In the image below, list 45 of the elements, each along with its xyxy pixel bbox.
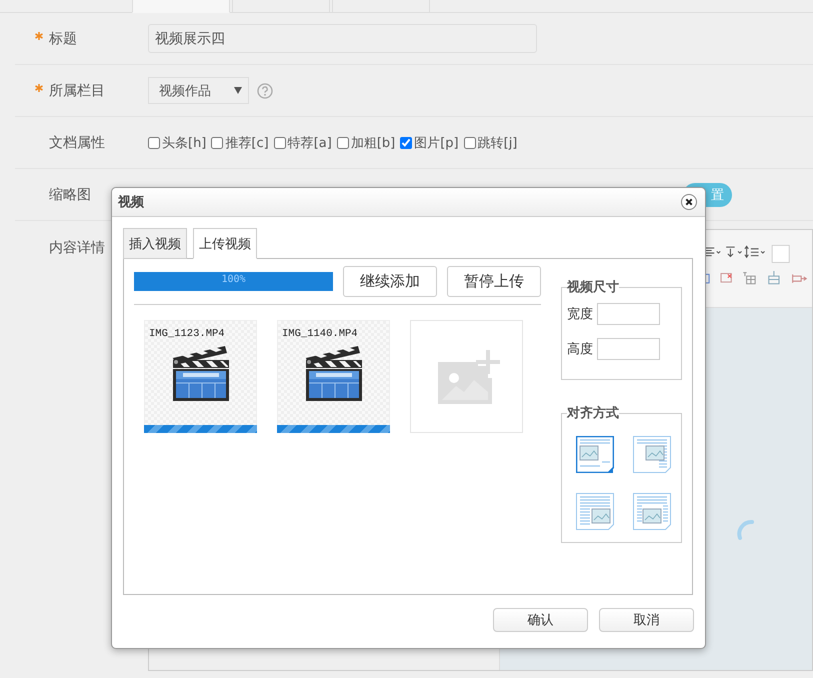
layout-option-icon[interactable] bbox=[633, 493, 671, 530]
field-label: 所属栏目 bbox=[49, 82, 105, 100]
file-name: IMG_1123.MP4 bbox=[149, 328, 225, 340]
video-file-card[interactable]: IMG_1123.MP4 bbox=[144, 320, 257, 433]
checkbox-label: 跳转[j] bbox=[478, 134, 518, 152]
group-title: 对齐方式 bbox=[567, 404, 619, 422]
help-icon[interactable] bbox=[257, 82, 273, 98]
checkbox-label: 推荐[c] bbox=[225, 134, 269, 152]
dialog-tab[interactable]: 上传视频 bbox=[193, 228, 257, 259]
upload-action-button[interactable]: 暂停上传 bbox=[447, 266, 541, 297]
file-name: IMG_1140.MP4 bbox=[282, 328, 358, 340]
dialog-button[interactable]: 取消 bbox=[599, 608, 694, 632]
layout-option-icon[interactable] bbox=[576, 493, 614, 530]
layout-option-icon[interactable] bbox=[576, 436, 614, 473]
progress-reading: 100% bbox=[220, 274, 247, 285]
size-field[interactable] bbox=[597, 303, 660, 325]
close-icon[interactable] bbox=[681, 194, 697, 210]
group-title: 视频尺寸 bbox=[567, 279, 619, 296]
layout-option-icon[interactable] bbox=[633, 436, 671, 473]
add-file-button[interactable] bbox=[410, 320, 523, 433]
field-label: 高度 bbox=[567, 341, 593, 358]
dialog-button[interactable]: 确认 bbox=[493, 608, 588, 632]
size-field[interactable] bbox=[597, 338, 660, 360]
checkbox[interactable] bbox=[148, 136, 160, 148]
checkbox-label: 头条[h] bbox=[162, 134, 206, 152]
checkbox-label: 加粗[b] bbox=[350, 134, 396, 152]
title-field[interactable]: 视频展示四 bbox=[148, 24, 537, 53]
dialog-title: 视频 bbox=[118, 194, 144, 211]
field-label: 文档属性 bbox=[49, 134, 105, 152]
checkbox-label: 图片[p] bbox=[414, 134, 459, 152]
video-file-card[interactable]: IMG_1140.MP4 bbox=[277, 320, 390, 433]
checkbox[interactable] bbox=[464, 136, 476, 148]
upload-action-button[interactable]: 继续添加 bbox=[343, 266, 437, 297]
dialog-tab[interactable]: 插入视频 bbox=[123, 228, 187, 259]
category-select[interactable]: 视频作品 bbox=[148, 77, 249, 104]
checkbox[interactable] bbox=[336, 136, 349, 148]
checkbox-label: 特荐[a] bbox=[288, 134, 332, 152]
field-label: 缩略图 bbox=[49, 186, 91, 204]
checkbox[interactable] bbox=[274, 136, 286, 148]
checkbox[interactable] bbox=[211, 136, 224, 148]
caret-icon bbox=[234, 87, 242, 94]
field-label: 内容详情 bbox=[49, 239, 105, 257]
field-label: 标题 bbox=[49, 30, 77, 48]
checkbox[interactable] bbox=[400, 136, 412, 148]
field-label: 宽度 bbox=[567, 306, 593, 323]
